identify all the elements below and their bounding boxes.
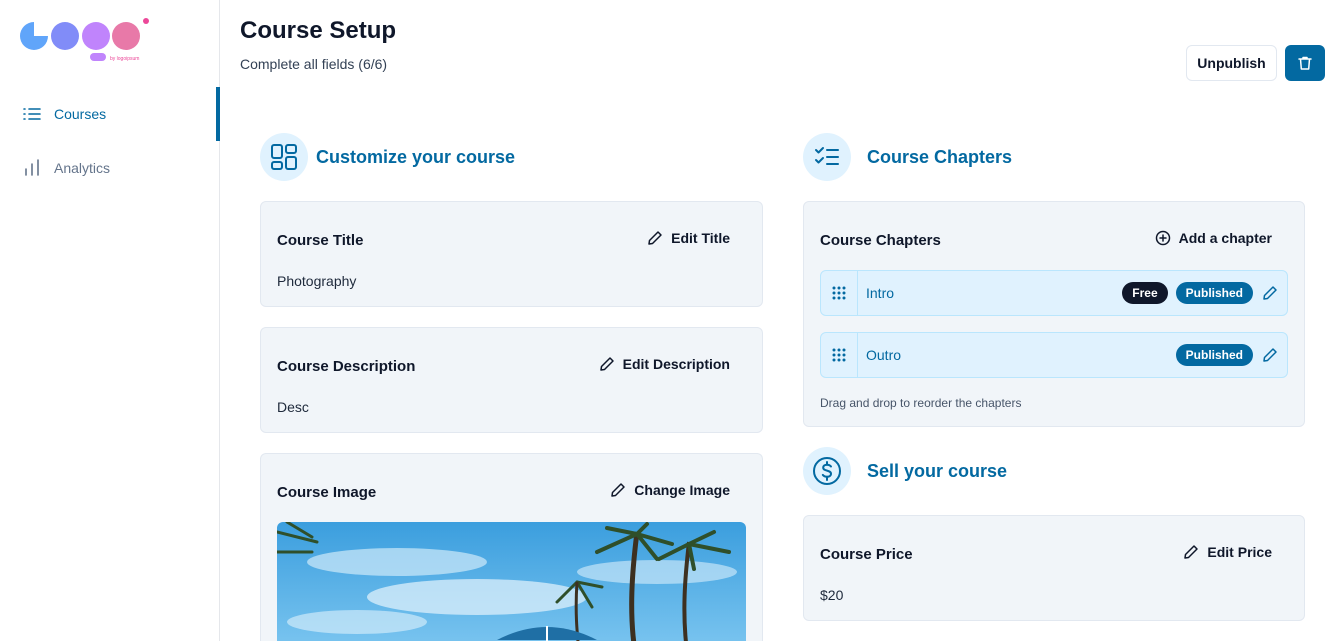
add-chapter-button[interactable]: Add a chapter bbox=[1155, 230, 1272, 246]
icon-circle bbox=[260, 133, 308, 181]
icon-circle bbox=[803, 133, 851, 181]
edit-description-label: Edit Description bbox=[622, 356, 730, 372]
page-title: Course Setup bbox=[240, 17, 397, 44]
course-image bbox=[277, 522, 746, 641]
edit-description-button[interactable]: Edit Description bbox=[599, 356, 730, 372]
list-checks-icon bbox=[815, 147, 839, 165]
trash-icon bbox=[1298, 56, 1312, 70]
card-label: Course Price bbox=[820, 546, 913, 563]
drag-handle[interactable] bbox=[821, 271, 858, 315]
plus-circle-icon bbox=[1155, 230, 1170, 246]
delete-button[interactable] bbox=[1285, 45, 1325, 81]
circle-dollar-icon bbox=[813, 457, 841, 485]
edit-price-label: Edit Price bbox=[1207, 544, 1272, 560]
card-label: Course Title bbox=[277, 232, 364, 249]
chapters-section-header: Course Chapters bbox=[803, 133, 1012, 181]
course-description-card: Course Description Edit Description Desc bbox=[260, 327, 763, 433]
change-image-label: Change Image bbox=[634, 482, 730, 498]
free-badge: Free bbox=[1122, 282, 1168, 304]
change-image-button[interactable]: Change Image bbox=[610, 482, 730, 498]
list-icon bbox=[23, 108, 41, 120]
layout-dashboard-icon bbox=[271, 144, 297, 170]
section-title: Customize your course bbox=[316, 146, 516, 167]
drag-handle[interactable] bbox=[821, 333, 858, 377]
section-title: Course Chapters bbox=[867, 146, 1013, 167]
course-image-card: Course Image Change Image bbox=[260, 453, 763, 641]
course-price-value: $20 bbox=[820, 587, 844, 603]
logo[interactable]: by logoipsum bbox=[18, 16, 150, 68]
sidebar-item-analytics[interactable]: Analytics bbox=[0, 141, 220, 195]
card-label: Course Chapters bbox=[820, 232, 941, 249]
course-title-card: Course Title Edit Title Photography bbox=[260, 201, 763, 307]
grip-icon bbox=[832, 286, 846, 300]
pencil-icon bbox=[1263, 348, 1277, 362]
chapter-item[interactable]: Outro Published bbox=[820, 332, 1288, 378]
icon-circle bbox=[803, 447, 851, 495]
course-title-value: Photography bbox=[277, 273, 357, 289]
customize-section-header: Customize your course bbox=[260, 133, 515, 181]
course-chapters-card: Course Chapters Add a chapter Intro Free… bbox=[803, 201, 1305, 427]
grip-icon bbox=[832, 348, 846, 362]
pencil-icon bbox=[648, 231, 662, 245]
sell-section-header: Sell your course bbox=[803, 447, 1007, 495]
status-badge: Published bbox=[1175, 344, 1253, 366]
pencil-icon bbox=[611, 483, 626, 497]
status-badge: Published bbox=[1175, 282, 1253, 304]
logo-text: by logoipsum bbox=[110, 56, 139, 62]
sidebar-item-courses[interactable]: Courses bbox=[0, 87, 220, 141]
sidebar: by logoipsum Courses Analytics bbox=[0, 0, 220, 641]
completion-status: Complete all fields (6/6) bbox=[240, 56, 388, 72]
edit-price-button[interactable]: Edit Price bbox=[1183, 544, 1272, 560]
edit-title-button[interactable]: Edit Title bbox=[647, 230, 730, 246]
course-description-value: Desc bbox=[277, 399, 309, 415]
add-chapter-label: Add a chapter bbox=[1178, 230, 1272, 246]
chapter-title: Intro bbox=[866, 285, 895, 301]
reorder-hint: Drag and drop to reorder the chapters bbox=[820, 396, 1022, 410]
pencil-icon bbox=[1263, 286, 1277, 300]
card-label: Course Image bbox=[277, 484, 377, 501]
section-title: Sell your course bbox=[867, 460, 1008, 481]
sidebar-item-label: Courses bbox=[54, 106, 107, 122]
pencil-icon bbox=[1184, 545, 1199, 559]
edit-chapter-button[interactable] bbox=[1261, 284, 1279, 302]
chapter-item[interactable]: Intro Free Published bbox=[820, 270, 1288, 316]
sidebar-item-label: Analytics bbox=[54, 160, 111, 176]
pencil-icon bbox=[599, 357, 614, 371]
card-label: Course Description bbox=[277, 358, 416, 375]
bar-chart-icon bbox=[25, 159, 39, 176]
unpublish-button[interactable]: Unpublish bbox=[1186, 45, 1277, 81]
edit-chapter-button[interactable] bbox=[1261, 346, 1279, 364]
course-price-card: Course Price Edit Price $20 bbox=[803, 515, 1305, 621]
edit-title-label: Edit Title bbox=[671, 230, 730, 246]
chapter-title: Outro bbox=[866, 347, 902, 363]
